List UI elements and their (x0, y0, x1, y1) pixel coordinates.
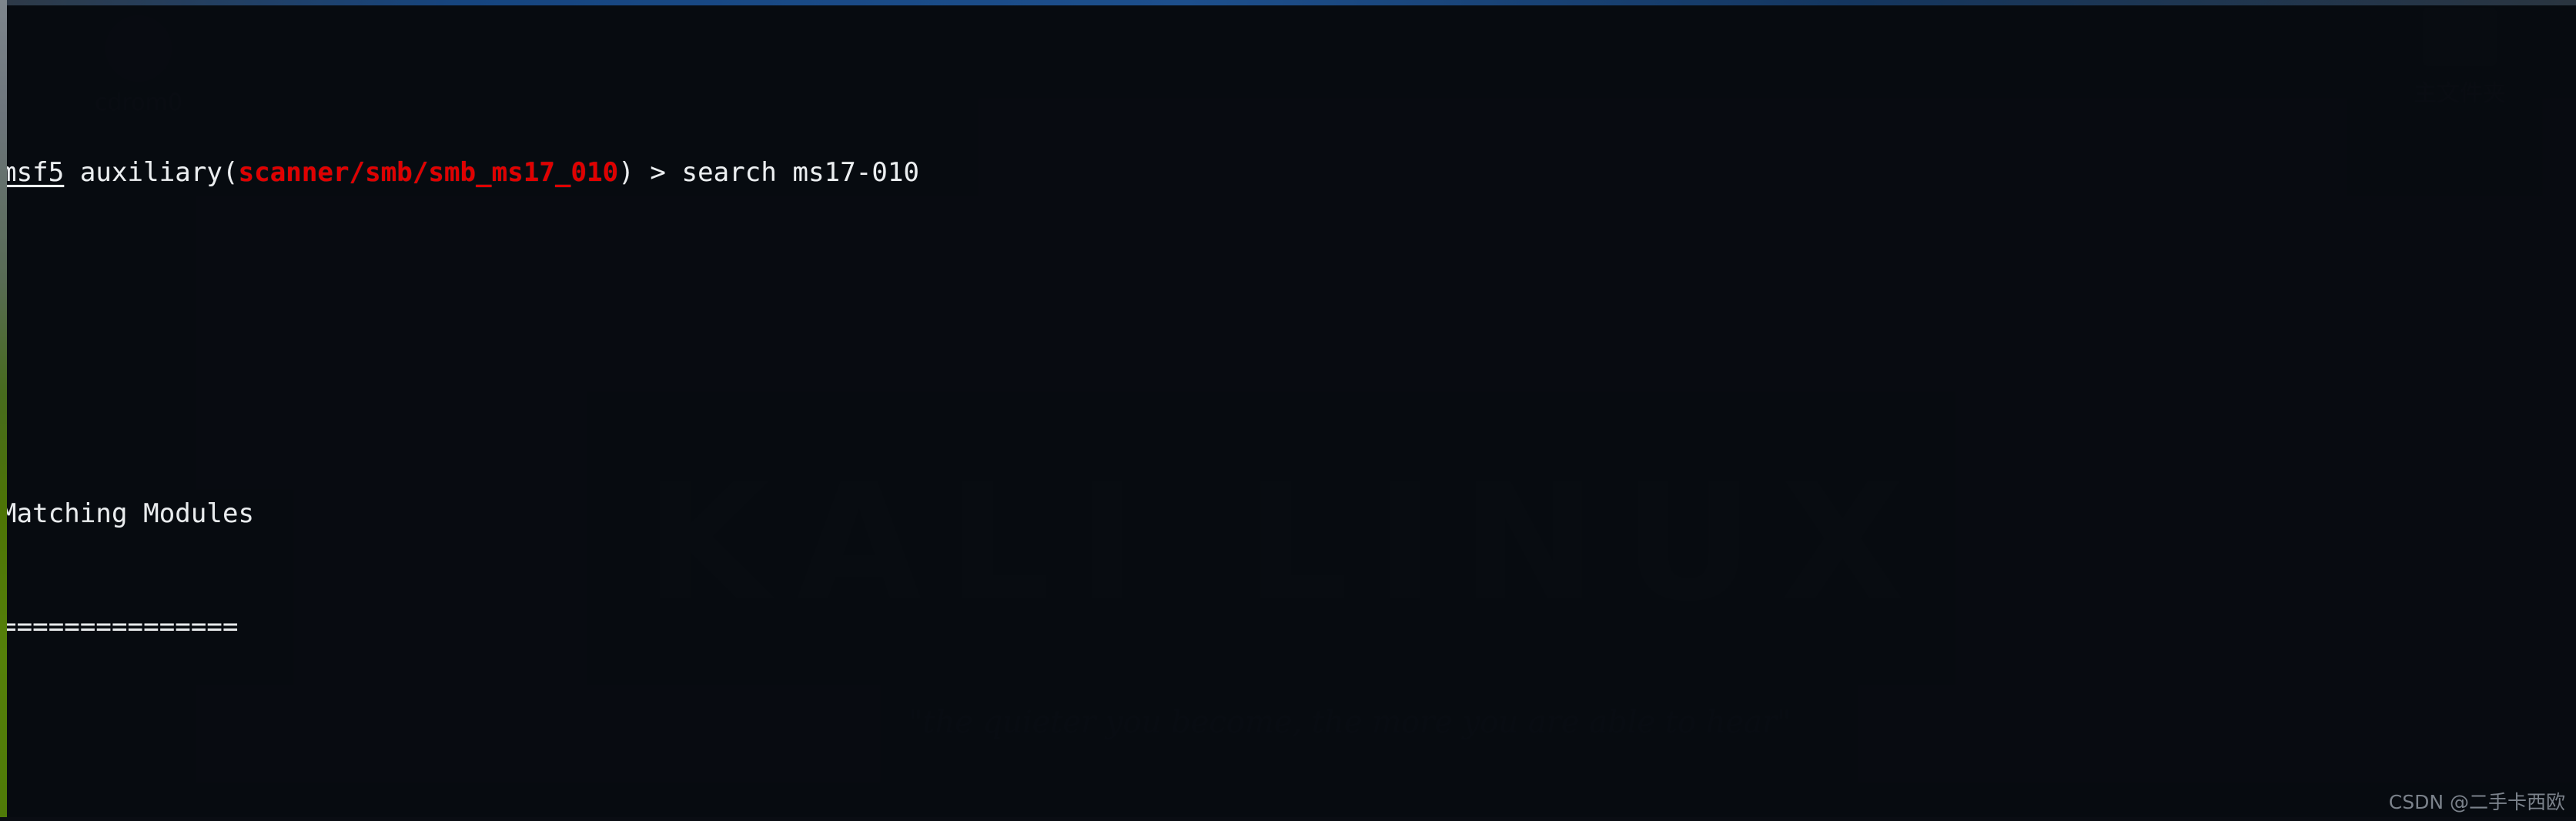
window-border-bottom (0, 817, 2576, 821)
terminal-output: msf5 auxiliary(scanner/smb/smb_ms17_010)… (7, 5, 2576, 817)
terminal-body[interactable]: msf5 auxiliary(scanner/smb/smb_ms17_010)… (7, 5, 2576, 817)
command-text: search ms17-010 (681, 156, 920, 188)
terminal-window[interactable]: msf5 auxiliary(scanner/smb/smb_ms17_010)… (0, 0, 2576, 821)
prompt-shell-name: msf5 (7, 156, 65, 188)
prompt-module-path: scanner/smb/smb_ms17_010 (238, 156, 619, 188)
section-title: Matching Modules (7, 498, 255, 529)
csdn-watermark: CSDN @二手卡西欧 (2388, 791, 2565, 813)
window-border-top (0, 0, 2576, 5)
screen: KALI LINUX "the quieter you become, the … (0, 0, 2576, 821)
window-border-left (0, 0, 7, 821)
prompt-line-search: msf5 auxiliary(scanner/smb/smb_ms17_010)… (7, 154, 2576, 192)
prompt-context: auxiliary( (64, 156, 239, 188)
section-rule: =============== (7, 612, 239, 643)
prompt-close: ) > (618, 156, 682, 188)
